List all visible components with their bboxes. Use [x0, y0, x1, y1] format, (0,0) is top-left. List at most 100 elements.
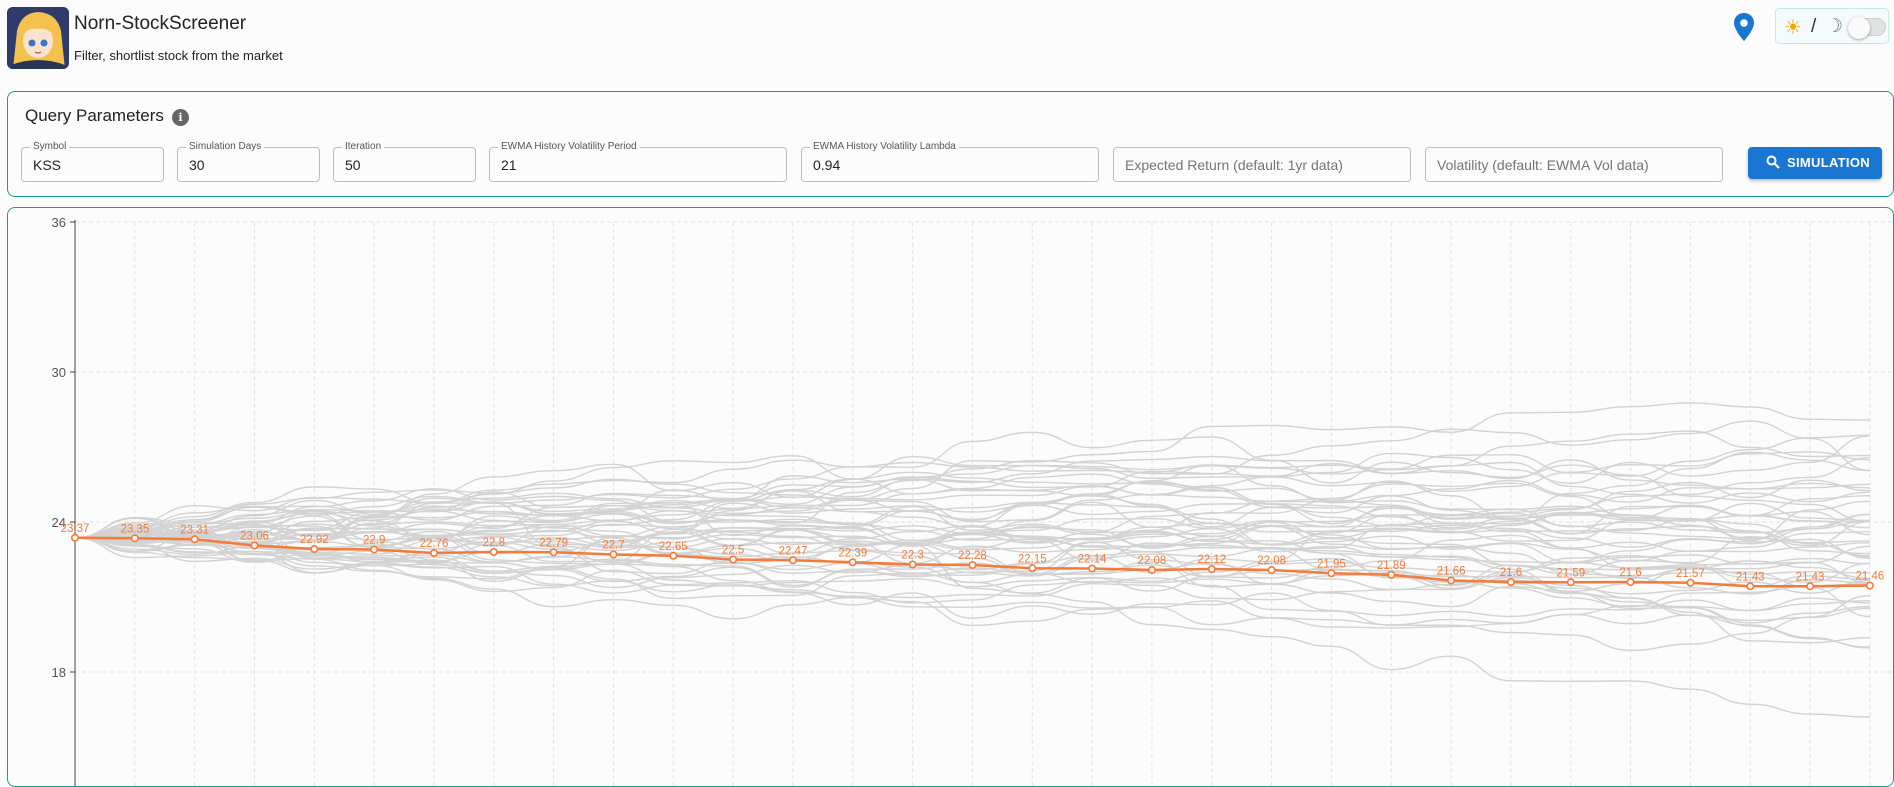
iteration-field[interactable]: Iteration 50: [333, 141, 476, 182]
app-header: Norn-StockScreener Filter, shortlist sto…: [0, 0, 1894, 80]
simulation-chart: 1824303623.37 23.35 23.3123.06 22.92 22.9 22.…: [52, 215, 1893, 786]
mean-data-point: [848, 558, 857, 567]
mean-data-point: [130, 534, 139, 543]
mean-data-point: [1267, 565, 1276, 574]
data-label: 23.31: [180, 524, 209, 536]
theme-slash: /: [1811, 16, 1817, 37]
mean-data-point: [1566, 578, 1575, 587]
data-label: 23.37: [61, 523, 90, 535]
data-label: 22.92: [300, 534, 329, 546]
mean-data-point: [429, 548, 438, 557]
field-value[interactable]: KSS: [33, 157, 61, 173]
app-logo: [7, 7, 69, 69]
field-label: Symbol: [30, 141, 70, 153]
data-label: 21.89: [1377, 560, 1406, 572]
field-value[interactable]: 50: [345, 157, 361, 173]
toggle-knob[interactable]: [1848, 17, 1870, 39]
expected-return-field[interactable]: Expected Return (default: 1yr data): [1113, 147, 1411, 182]
mean-data-point: [1865, 581, 1874, 590]
data-label: 21.59: [1556, 567, 1585, 579]
data-label: 21.6: [1500, 567, 1522, 579]
data-label: 22.7: [602, 540, 624, 552]
mean-data-point: [1088, 564, 1097, 573]
simulation-chart-panel: 18 24 30 36 23.37 23.35 23.31 23.06 22.92 22.9 22.…: [7, 207, 1894, 787]
data-label: 22.15: [1018, 553, 1047, 565]
y-tick-label: 18: [52, 665, 66, 680]
symbol-field[interactable]: Symbol KSS: [21, 141, 164, 182]
ewma-volatility-lambda-field[interactable]: EWMA History Volatility Lambda 0.94: [801, 141, 1099, 182]
data-label: 21.66: [1437, 566, 1466, 578]
field-value[interactable]: 0.94: [813, 157, 840, 173]
dark-mode-toggle[interactable]: [1848, 17, 1886, 39]
mean-data-point: [609, 550, 618, 559]
mean-data-point: [190, 535, 199, 544]
mean-data-point: [1207, 564, 1216, 573]
data-label: 22.39: [838, 547, 867, 559]
field-value[interactable]: 21: [501, 157, 517, 173]
data-label: 21.43: [1736, 571, 1765, 583]
data-label: 22.5: [722, 545, 744, 557]
data-label: 21.43: [1796, 571, 1825, 583]
data-label: 21.6: [1619, 567, 1641, 579]
field-label: EWMA History Volatility Lambda: [810, 141, 959, 153]
data-label: 21.95: [1317, 558, 1346, 570]
data-label: 22.08: [1138, 555, 1167, 567]
mean-data-point: [1686, 578, 1695, 587]
mean-data-point: [1327, 569, 1336, 578]
info-icon[interactable]: i: [172, 109, 189, 126]
simulation-button[interactable]: SIMULATION: [1748, 147, 1882, 179]
data-label: 22.65: [659, 541, 688, 553]
volatility-field[interactable]: Volatility (default: EWMA Vol data): [1425, 147, 1723, 182]
data-label: 22.8: [483, 537, 505, 549]
mean-data-point: [1806, 582, 1815, 591]
app-title: Norn-StockScreener: [74, 13, 247, 34]
mean-data-point: [489, 547, 498, 556]
data-label: 23.35: [120, 523, 149, 535]
y-tick-label: 30: [52, 365, 66, 380]
mean-data-point: [1147, 565, 1156, 574]
mean-data-point: [310, 544, 319, 553]
field-value[interactable]: 30: [189, 157, 205, 173]
data-label: 23.06: [240, 531, 269, 543]
ewma-volatility-period-field[interactable]: EWMA History Volatility Period 21: [489, 141, 787, 182]
mean-data-point: [788, 556, 797, 565]
mean-data-point: [70, 533, 79, 542]
mean-data-point: [1746, 582, 1755, 591]
simulated-path: [74, 435, 1870, 539]
moon-icon: ☽: [1826, 16, 1844, 37]
mean-data-point: [1506, 577, 1515, 586]
data-label: 21.57: [1676, 568, 1705, 580]
field-label: EWMA History Volatility Period: [498, 141, 640, 153]
mean-data-point: [370, 545, 379, 554]
mean-data-point: [669, 551, 678, 560]
panel-title: Query Parameters: [25, 106, 164, 125]
field-placeholder[interactable]: Volatility (default: EWMA Vol data): [1437, 157, 1649, 173]
app-subtitle: Filter, shortlist stock from the market: [74, 48, 283, 63]
simulation-button-label: SIMULATION: [1787, 155, 1870, 170]
query-parameters-panel: Query Parameters i Symbol KSS Simulation…: [7, 91, 1894, 197]
data-label: 22.28: [958, 550, 987, 562]
field-label: Simulation Days: [186, 141, 265, 153]
data-label: 22.47: [779, 545, 808, 557]
mean-data-point: [250, 541, 259, 550]
mean-data-point: [1028, 564, 1037, 573]
location-pin-icon[interactable]: [1733, 12, 1755, 42]
search-icon: [1766, 155, 1780, 169]
data-label: 22.08: [1257, 555, 1286, 567]
data-label: 22.76: [420, 538, 449, 550]
mean-data-point: [549, 548, 558, 557]
mean-data-point: [1626, 577, 1635, 586]
mean-data-point: [1447, 576, 1456, 585]
data-label: 21.46: [1856, 571, 1885, 583]
simulation-days-field[interactable]: Simulation Days 30: [177, 141, 320, 182]
theme-switcher: ☀ / ☽: [1775, 8, 1889, 44]
field-label: Iteration: [342, 141, 385, 153]
sun-icon: ☀: [1784, 17, 1802, 39]
mean-data-point: [1387, 570, 1396, 579]
data-label: 22.14: [1078, 554, 1107, 566]
data-label: 22.12: [1197, 554, 1226, 566]
y-tick-label: 36: [52, 215, 66, 230]
mean-data-point: [729, 555, 738, 564]
mean-data-point: [968, 560, 977, 569]
field-placeholder[interactable]: Expected Return (default: 1yr data): [1125, 157, 1343, 173]
